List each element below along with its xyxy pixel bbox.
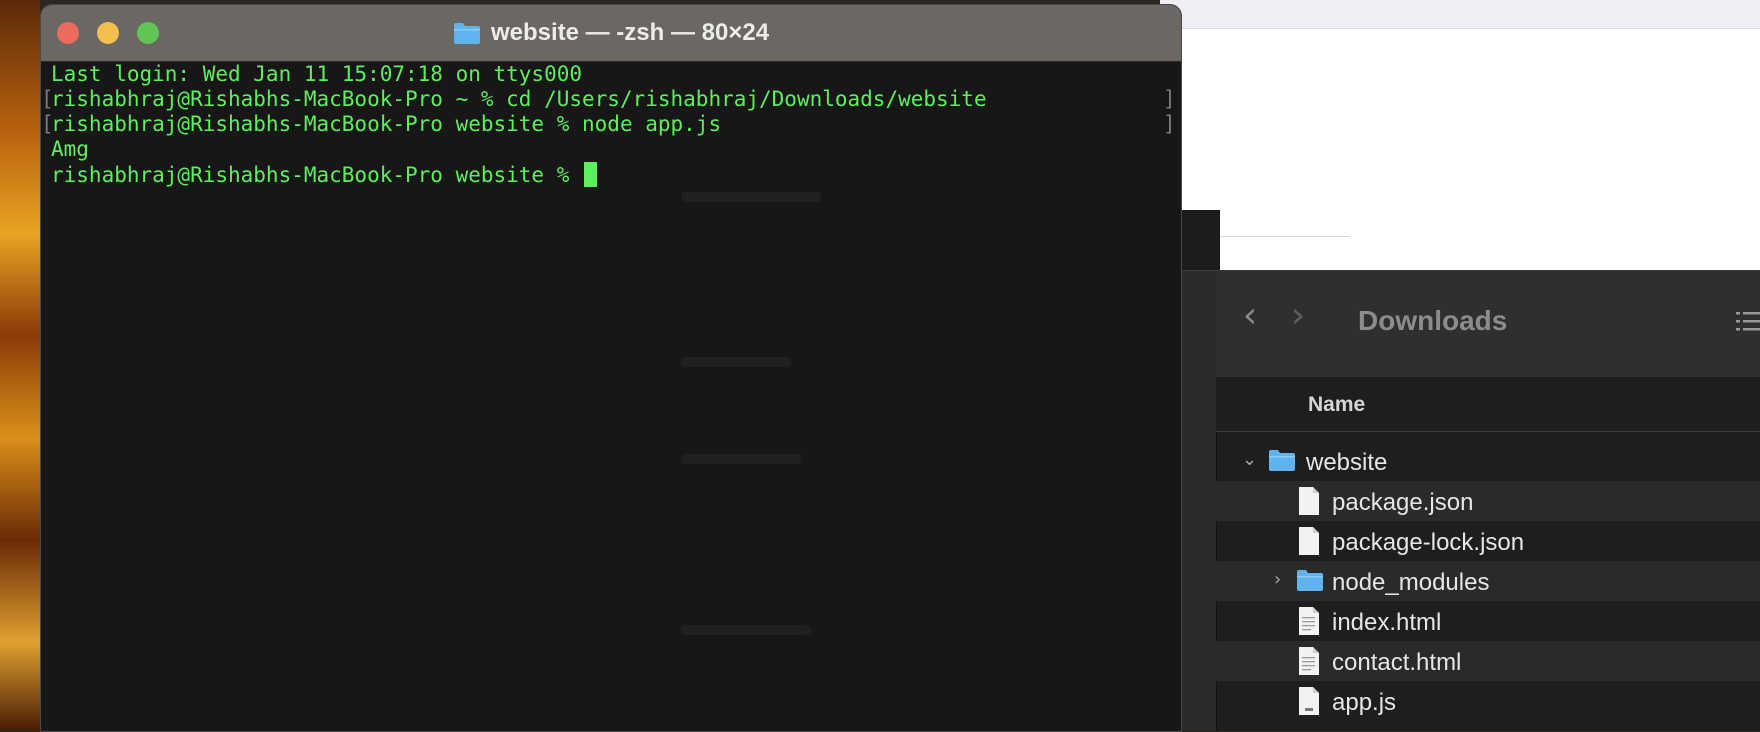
name-column-header[interactable]: Name	[1308, 393, 1365, 417]
folder-icon	[453, 23, 480, 44]
list-item[interactable]: ⌄ website	[1216, 441, 1760, 481]
terminal-line: rishabhraj@Rishabhs-MacBook-Pro website …	[51, 112, 722, 136]
terminal-output[interactable]: Last login: Wed Jan 11 15:07:18 on ttys0…	[41, 62, 1181, 731]
list-item-label: node_modules	[1332, 569, 1490, 596]
background-blur	[681, 357, 791, 367]
terminal-line: rishabhraj@Rishabhs-MacBook-Pro ~ % cd /…	[51, 87, 987, 111]
chevron-down-icon[interactable]: ⌄	[1242, 449, 1257, 470]
list-item-label: website	[1306, 449, 1388, 476]
list-item-label: app.js	[1332, 689, 1397, 716]
finder-column-header[interactable]: Name	[1216, 377, 1760, 432]
list-view-icon[interactable]	[1736, 309, 1760, 333]
html-file-icon	[1299, 647, 1319, 675]
js-file-icon	[1299, 687, 1319, 715]
list-item[interactable]: app.js	[1216, 681, 1760, 721]
terminal-window[interactable]: website — -zsh — 80×24 Last login: Wed J…	[40, 4, 1182, 732]
list-item-label: contact.html	[1332, 649, 1462, 676]
background-browser-window[interactable]	[1160, 0, 1760, 270]
finder-window[interactable]: ‹ › Downloads Name ⌄ website package.jso…	[1178, 270, 1760, 731]
terminal-line: Amg	[51, 137, 89, 161]
text-cursor	[584, 162, 598, 187]
terminal-prompt-line[interactable]: rishabhraj@Rishabhs-MacBook-Pro website …	[51, 162, 598, 187]
folder-icon	[1297, 570, 1323, 591]
list-item[interactable]: index.html	[1216, 601, 1760, 641]
desktop-wallpaper	[0, 0, 40, 730]
list-item[interactable]: package.json	[1216, 481, 1760, 521]
terminal-titlebar[interactable]: website — -zsh — 80×24	[41, 5, 1181, 62]
list-item[interactable]: contact.html	[1216, 641, 1760, 681]
background-blur	[681, 192, 821, 202]
list-item-label: index.html	[1332, 609, 1442, 636]
chevron-right-icon[interactable]: ›	[1274, 569, 1281, 590]
finder-file-list: ⌄ website package.json package-lock.json…	[1216, 441, 1760, 721]
list-item-label: package-lock.json	[1332, 529, 1525, 556]
file-icon	[1299, 527, 1319, 555]
chevron-right-icon[interactable]: ›	[1286, 298, 1310, 334]
chevron-left-icon[interactable]: ‹	[1238, 298, 1262, 334]
list-item[interactable]: › node_modules	[1216, 561, 1760, 601]
finder-toolbar: ‹ › Downloads	[1216, 271, 1760, 378]
background-blur	[681, 625, 811, 635]
list-item[interactable]: package-lock.json	[1216, 521, 1760, 561]
html-file-icon	[1299, 607, 1319, 635]
terminal-prompt: rishabhraj@Rishabhs-MacBook-Pro website …	[51, 163, 583, 187]
folder-icon	[1269, 450, 1295, 471]
file-icon	[1299, 487, 1319, 515]
list-item-label: package.json	[1332, 489, 1474, 516]
line-marker: ]	[1163, 87, 1176, 111]
browser-toolbar	[1160, 0, 1760, 29]
background-blur	[681, 454, 801, 464]
terminal-title-group: website — -zsh — 80×24	[41, 5, 1181, 61]
terminal-line: Last login: Wed Jan 11 15:07:18 on ttys0…	[51, 62, 583, 86]
terminal-title: website — -zsh — 80×24	[490, 19, 770, 46]
line-marker: ]	[1163, 112, 1176, 136]
finder-folder-title: Downloads	[1358, 305, 1508, 336]
finder-sidebar	[1178, 271, 1217, 731]
